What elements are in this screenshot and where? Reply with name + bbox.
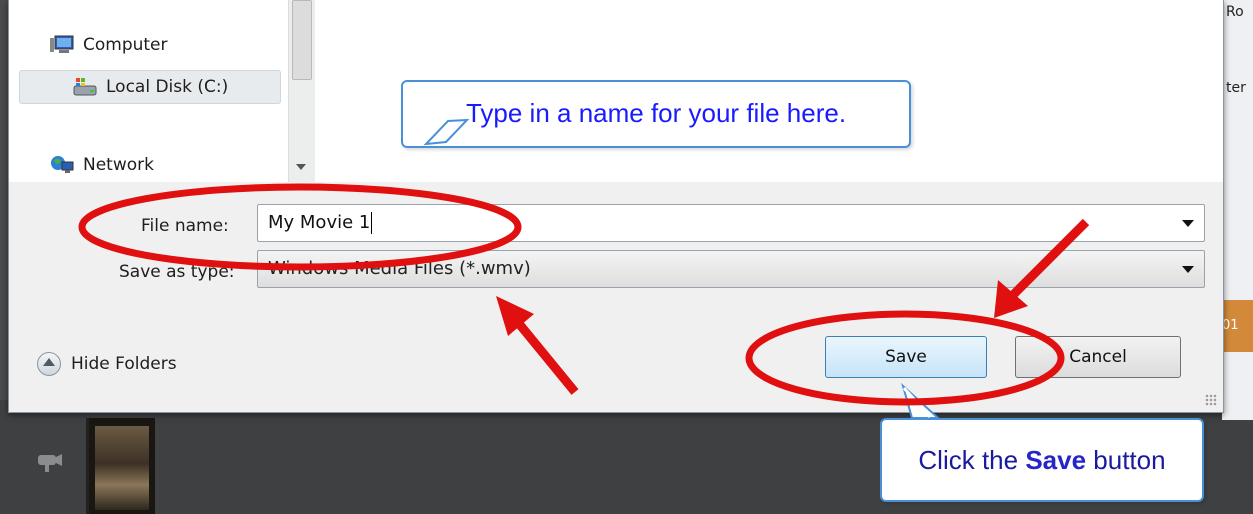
video-thumbnail[interactable]	[86, 418, 155, 514]
callout-text-prefix: Click the	[918, 445, 1026, 475]
chevron-up-icon	[37, 352, 61, 376]
callout-text-bold: Save	[1025, 445, 1087, 475]
save-callout: Click the Save button	[880, 418, 1204, 502]
scrollbar-thumb[interactable]	[292, 0, 312, 80]
nav-label: Computer	[83, 35, 168, 55]
video-camera-icon	[38, 454, 62, 472]
form-area: File name: My Movie 1 Save as type: Wind…	[9, 182, 1223, 412]
cancel-button[interactable]: Cancel	[1015, 336, 1181, 378]
save-type-select[interactable]: Windows Media Files (*.wmv)	[257, 250, 1205, 288]
nav-scrollbar[interactable]	[288, 0, 315, 182]
file-name-label: File name:	[141, 216, 229, 236]
resize-grip-icon[interactable]	[1205, 394, 1217, 406]
nav-item-computer[interactable]: Computer	[49, 34, 168, 56]
save-dialog: Computer Local Disk (C:) Network File na…	[8, 0, 1224, 413]
nav-label: Network	[83, 155, 154, 175]
drive-icon	[73, 78, 97, 96]
callout-text: Type in a name for your file here.	[465, 98, 847, 128]
save-button[interactable]: Save	[825, 336, 987, 378]
nav-item-local-disk[interactable]: Local Disk (C:)	[19, 70, 281, 104]
text-caret	[371, 212, 373, 234]
nav-item-network[interactable]: Network	[49, 154, 154, 176]
save-type-label: Save as type:	[119, 262, 235, 282]
network-icon	[51, 156, 74, 173]
thumbnail-frame	[95, 426, 149, 510]
computer-icon	[50, 35, 74, 53]
filename-callout: Type in a name for your file here.	[401, 80, 911, 148]
file-name-input[interactable]: My Movie 1	[257, 204, 1205, 242]
hide-folders-label: Hide Folders	[71, 354, 177, 374]
save-type-value: Windows Media Files (*.wmv)	[268, 258, 531, 279]
navigation-pane: Computer Local Disk (C:) Network	[9, 0, 323, 182]
timeline-marker: 01	[1222, 300, 1253, 352]
scroll-down-arrow-icon[interactable]	[296, 164, 306, 170]
file-name-value: My Movie 1	[268, 212, 371, 233]
background-window-edge	[1222, 0, 1253, 420]
callout-text-suffix: button	[1086, 445, 1166, 475]
background-text: ter	[1226, 80, 1246, 96]
nav-label: Local Disk (C:)	[106, 77, 229, 97]
background-text: Ro	[1226, 4, 1244, 20]
dropdown-arrow-icon[interactable]	[1182, 220, 1194, 227]
hide-folders-button[interactable]: Hide Folders	[37, 352, 177, 376]
dropdown-arrow-icon[interactable]	[1182, 266, 1194, 273]
